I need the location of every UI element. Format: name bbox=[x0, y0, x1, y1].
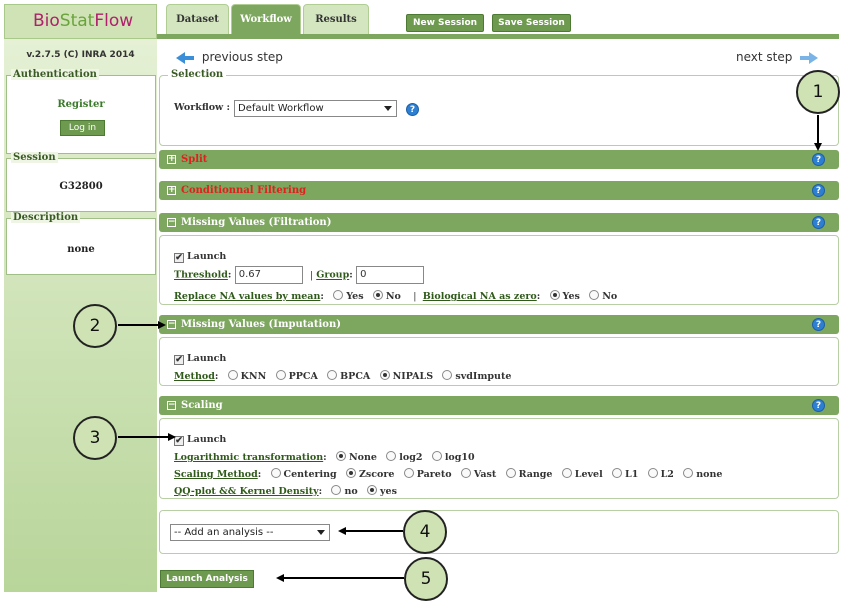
radio-button[interactable] bbox=[647, 468, 658, 478]
collapse-icon: − bbox=[167, 400, 176, 410]
selection-legend: Selection bbox=[168, 69, 227, 80]
radio-button-selected[interactable] bbox=[367, 485, 377, 495]
radio-button[interactable] bbox=[227, 370, 238, 380]
session-panel: Session G32800 bbox=[6, 152, 156, 212]
expand-icon: + bbox=[167, 154, 176, 164]
help-icon[interactable]: ? bbox=[812, 399, 825, 412]
session-legend: Session bbox=[11, 152, 58, 163]
callout-3: 3 bbox=[73, 416, 117, 460]
session-id: G32800 bbox=[59, 181, 103, 192]
radio-button-selected[interactable] bbox=[372, 290, 383, 300]
next-step-link[interactable]: next step bbox=[736, 50, 819, 64]
missing-imputation-panel: ✔ Launch Method: KNN PPCA BPCA NIPALS svd… bbox=[159, 337, 839, 386]
arrow-left-icon bbox=[176, 51, 185, 64]
arrow-left-icon bbox=[338, 527, 346, 535]
radio-button[interactable] bbox=[683, 468, 694, 478]
callout-1: 1 bbox=[796, 70, 840, 114]
version-label: v.2.7.5 (C) INRA 2014 bbox=[26, 50, 135, 60]
replace-na-row: Replace NA values by mean: Yes No | Biol… bbox=[174, 290, 618, 302]
radio-button[interactable] bbox=[331, 485, 342, 495]
arrow-right-icon bbox=[158, 321, 166, 329]
radio-button[interactable] bbox=[460, 468, 471, 478]
new-session-button[interactable]: New Session bbox=[406, 14, 484, 32]
radio-button[interactable] bbox=[561, 468, 572, 478]
radio-button[interactable] bbox=[431, 451, 442, 461]
section-missing-imputation-header[interactable]: − Missing Values (Imputation) ? bbox=[159, 315, 839, 334]
register-link[interactable]: Register bbox=[7, 99, 155, 110]
login-button[interactable]: Log in bbox=[60, 120, 105, 136]
radio-button[interactable] bbox=[403, 468, 414, 478]
workflow-select[interactable]: Default Workflow bbox=[234, 100, 397, 117]
radio-button[interactable] bbox=[589, 290, 600, 300]
chevron-down-icon bbox=[317, 530, 325, 535]
collapse-icon: − bbox=[167, 217, 176, 227]
radio-button[interactable] bbox=[275, 370, 286, 380]
sidebar: BioStatFlow v.2.7.5 (C) INRA 2014 Authen… bbox=[4, 4, 157, 592]
checkbox-checked[interactable]: ✔ bbox=[174, 355, 184, 365]
section-split-header[interactable]: + Split ? bbox=[159, 150, 839, 169]
arrow-down-icon bbox=[814, 143, 822, 151]
imputation-launch[interactable]: ✔ Launch bbox=[174, 353, 226, 365]
selection-panel: Selection Workflow : Default Workflow ? bbox=[159, 69, 839, 146]
radio-button[interactable] bbox=[442, 370, 453, 380]
launch-analysis-button[interactable]: Launch Analysis bbox=[160, 570, 254, 588]
qq-plot-row: QQ-plot && Kernel Density: no yes bbox=[174, 485, 397, 497]
tab-workflow[interactable]: Workflow bbox=[231, 4, 301, 35]
tab-results[interactable]: Results bbox=[303, 4, 369, 35]
arrow-right-icon bbox=[168, 433, 176, 441]
scaling-launch[interactable]: ✔ Launch bbox=[174, 434, 226, 446]
group-input[interactable]: 0 bbox=[356, 266, 425, 284]
arrow-left-icon bbox=[276, 574, 284, 582]
arrow-right-icon bbox=[809, 51, 819, 64]
radio-button-selected[interactable] bbox=[336, 451, 346, 461]
tab-dataset[interactable]: Dataset bbox=[166, 4, 229, 35]
description-panel: Description none bbox=[6, 212, 156, 275]
help-icon[interactable]: ? bbox=[812, 184, 825, 197]
chevron-down-icon bbox=[384, 106, 392, 111]
save-session-button[interactable]: Save Session bbox=[492, 14, 571, 32]
log-transform-row: Logarithmic transformation: None log2 lo… bbox=[174, 451, 475, 463]
expand-icon: + bbox=[167, 185, 176, 195]
radio-button[interactable] bbox=[327, 370, 338, 380]
threshold-input[interactable]: 0.67 bbox=[234, 266, 303, 284]
help-icon[interactable]: ? bbox=[812, 318, 825, 331]
radio-button-selected[interactable] bbox=[549, 290, 560, 300]
radio-button[interactable] bbox=[386, 451, 397, 461]
add-analysis-select[interactable]: -- Add an analysis -- bbox=[170, 524, 330, 541]
radio-button[interactable] bbox=[333, 290, 344, 300]
radio-button-selected[interactable] bbox=[379, 370, 390, 380]
help-icon[interactable]: ? bbox=[406, 103, 419, 116]
workflow-label: Workflow : bbox=[174, 102, 231, 113]
imputation-method-row: Method: KNN PPCA BPCA NIPALS svdImpute bbox=[174, 370, 512, 382]
checkbox-checked[interactable]: ✔ bbox=[174, 253, 184, 263]
missing-filtration-panel: ✔ Launch Threshold: 0.67 | Group: 0 Replac… bbox=[159, 235, 839, 305]
radio-button[interactable] bbox=[270, 468, 281, 478]
app-logo: BioStatFlow bbox=[4, 4, 157, 39]
callout-5: 5 bbox=[404, 557, 448, 601]
description-value: none bbox=[67, 244, 95, 255]
filtration-launch[interactable]: ✔ Launch bbox=[174, 251, 226, 263]
section-missing-filtration-header[interactable]: − Missing Values (Filtration) ? bbox=[159, 213, 839, 232]
previous-step-link[interactable]: previous step bbox=[176, 50, 283, 64]
radio-button[interactable] bbox=[505, 468, 516, 478]
collapse-icon: − bbox=[167, 319, 176, 329]
scaling-panel: ✔ Launch Logarithmic transformation: None… bbox=[159, 418, 839, 499]
callout-2: 2 bbox=[73, 304, 117, 348]
authentication-panel: Authentication Register Log in bbox=[6, 69, 156, 154]
radio-button-selected[interactable] bbox=[345, 468, 356, 478]
radio-button[interactable] bbox=[612, 468, 623, 478]
section-scaling-header[interactable]: − Scaling ? bbox=[159, 396, 839, 415]
threshold-row: Threshold: 0.67 | Group: 0 bbox=[174, 266, 425, 284]
help-icon[interactable]: ? bbox=[812, 153, 825, 166]
scaling-method-row: Scaling Method: Centering Zscore Pareto … bbox=[174, 468, 723, 480]
top-divider bbox=[157, 34, 839, 39]
help-icon[interactable]: ? bbox=[812, 216, 825, 229]
analysis-panel: -- Add an analysis -- bbox=[159, 510, 839, 554]
description-legend: Description bbox=[11, 212, 81, 223]
callout-4: 4 bbox=[403, 510, 447, 554]
authentication-legend: Authentication bbox=[11, 69, 99, 80]
section-filtering-header[interactable]: + Conditionnal Filtering ? bbox=[159, 181, 839, 200]
